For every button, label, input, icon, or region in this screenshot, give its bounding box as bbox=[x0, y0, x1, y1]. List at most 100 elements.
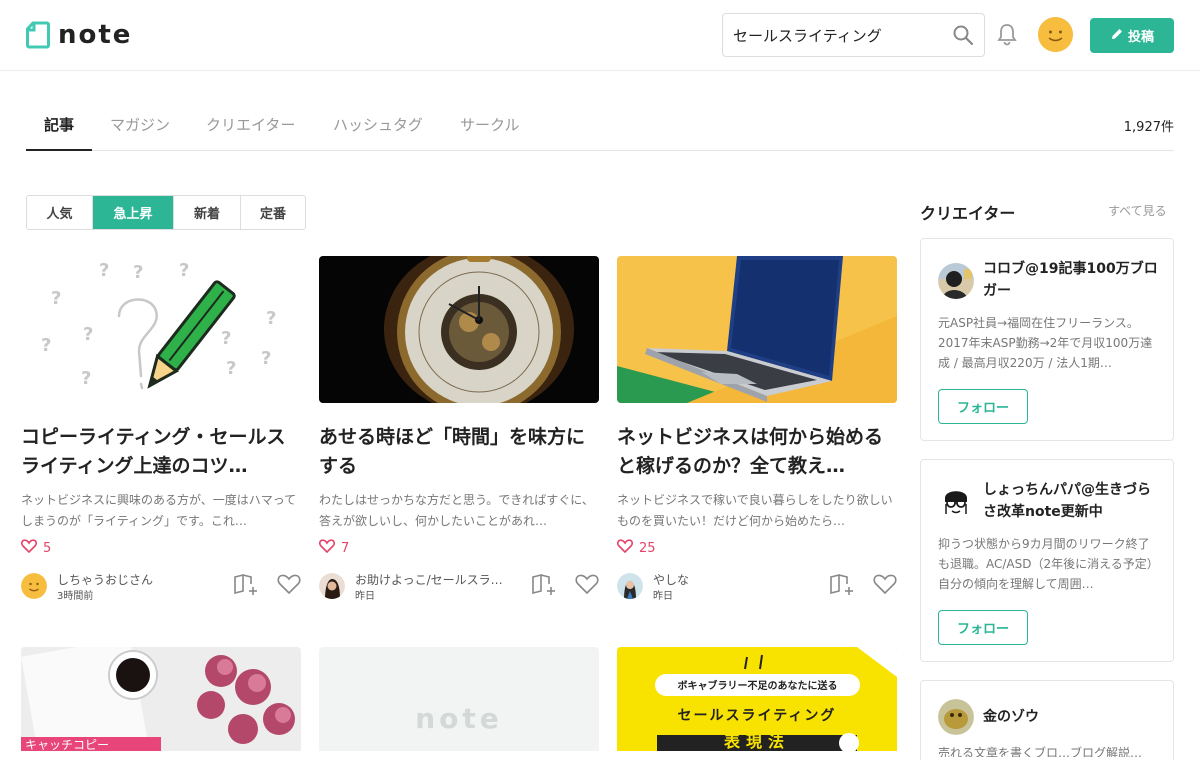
tab-articles[interactable]: 記事 bbox=[26, 114, 92, 151]
follow-button[interactable]: フォロー bbox=[938, 610, 1028, 645]
filter-popular[interactable]: 人気 bbox=[27, 196, 93, 229]
note-logo-icon bbox=[26, 21, 50, 49]
article-title[interactable]: あせる時ほど「時間」を味方にする bbox=[319, 423, 599, 481]
like-count-value: 7 bbox=[341, 540, 350, 556]
author-name[interactable]: やしな bbox=[653, 571, 823, 588]
like-count: 25 bbox=[617, 539, 897, 557]
article-thumbnail[interactable]: ??? ??? ??? ?? bbox=[21, 256, 301, 403]
article-card[interactable]: ボキャブラリー不足のあなたに送る セールスライティング 表現法 bbox=[617, 647, 897, 751]
author-avatar[interactable] bbox=[21, 573, 47, 599]
like-button-icon[interactable] bbox=[575, 573, 599, 599]
thumbnail-big-text: 表現法 bbox=[723, 732, 790, 751]
article-excerpt: わたしはせっかちな方だと思う。できればすぐに、答えが欲しいし、何かしたいことがあ… bbox=[319, 493, 594, 528]
article-card[interactable]: ??? ??? ??? ?? コピーライティング・セールスライティング上達のコツ… bbox=[21, 256, 301, 602]
article-excerpt: ネットビジネスで稼いで良い暮らしをしたり欲しいものを買いたい！だけど何から始めた… bbox=[617, 493, 893, 528]
article-thumbnail[interactable]: ボキャブラリー不足のあなたに送る セールスライティング 表現法 bbox=[617, 647, 897, 751]
tab-creators[interactable]: クリエイター bbox=[206, 114, 295, 151]
tab-magazines[interactable]: マガジン bbox=[110, 114, 170, 151]
author-name[interactable]: しちゃうおじさん bbox=[57, 571, 227, 588]
like-count: 5 bbox=[21, 539, 301, 557]
header: note 投稿 bbox=[0, 0, 1200, 71]
creator-description: 抑うつ状態から9カ月間のリワーク終了も退職。AC/ASD（2年後に消える予定）自… bbox=[938, 537, 1159, 591]
svg-text:?: ? bbox=[266, 308, 276, 329]
author-avatar[interactable] bbox=[617, 573, 643, 599]
filter-trending[interactable]: 急上昇 bbox=[93, 196, 174, 229]
creator-card[interactable]: 金のゾウ 売れる文章を書くブロ…ブログ解説… bbox=[920, 680, 1174, 760]
article-title[interactable]: コピーライティング・セールスライティング上達のコツ… bbox=[21, 423, 301, 481]
post-time: 昨日 bbox=[653, 591, 673, 602]
article-title[interactable]: ネットビジネスは何から始めると稼げるのか？全て教え… bbox=[617, 423, 897, 481]
add-to-magazine-icon[interactable] bbox=[829, 573, 855, 601]
article-card[interactable]: note bbox=[319, 647, 599, 751]
filter-new[interactable]: 新着 bbox=[174, 196, 241, 229]
creator-card[interactable]: コロブ@19記事100万ブロガー 元ASP社員→福岡在住フリーランス。2017年… bbox=[920, 238, 1174, 441]
result-count: 1,927件 bbox=[1123, 120, 1174, 135]
svg-text:?: ? bbox=[221, 328, 231, 349]
see-all-link[interactable]: すべて見る bbox=[1108, 202, 1167, 219]
creator-name[interactable]: コロブ@19記事100万ブロガー bbox=[983, 258, 1163, 302]
creator-name[interactable]: しょっちんパパ@生きづらさ改革note更新中 bbox=[983, 479, 1163, 523]
search-input[interactable] bbox=[723, 26, 943, 44]
creator-name[interactable]: 金のゾウ bbox=[983, 706, 1163, 728]
svg-text:?: ? bbox=[261, 348, 271, 369]
follow-button[interactable]: フォロー bbox=[938, 389, 1028, 424]
creator-avatar[interactable] bbox=[938, 484, 974, 520]
filter-standard[interactable]: 定番 bbox=[241, 196, 305, 229]
add-to-magazine-icon[interactable] bbox=[531, 573, 557, 601]
sort-filters: 人気 急上昇 新着 定番 bbox=[26, 195, 306, 230]
logo-text: note bbox=[58, 20, 133, 50]
author-name[interactable]: お助けよっこ/セールスラ… bbox=[355, 571, 525, 588]
add-to-magazine-icon[interactable] bbox=[233, 573, 259, 601]
article-excerpt: ネットビジネスに興味のある方が、一度はハマってしまうのが「ライティング」です。こ… bbox=[21, 493, 297, 528]
like-count-value: 25 bbox=[639, 540, 656, 556]
like-button-icon[interactable] bbox=[873, 573, 897, 599]
tab-circles[interactable]: サークル bbox=[460, 114, 520, 151]
sidebar-title: クリエイター bbox=[920, 204, 1016, 223]
like-button-icon[interactable] bbox=[277, 573, 301, 599]
svg-text:?: ? bbox=[99, 260, 109, 281]
article-thumbnail[interactable]: キャッチコピー bbox=[21, 647, 301, 751]
creator-card[interactable]: しょっちんパパ@生きづらさ改革note更新中 抑うつ状態から9カ月間のリワーク終… bbox=[920, 459, 1174, 662]
post-button-label: 投稿 bbox=[1127, 30, 1154, 45]
heart-icon bbox=[617, 539, 633, 557]
search-icon[interactable] bbox=[952, 24, 974, 50]
like-count-value: 5 bbox=[43, 540, 52, 556]
notification-bell-icon[interactable] bbox=[996, 22, 1018, 50]
creator-description: 売れる文章を書くブロ…ブログ解説… bbox=[938, 746, 1143, 757]
article-thumbnail[interactable]: note bbox=[319, 647, 599, 751]
svg-text:?: ? bbox=[41, 335, 51, 356]
post-button[interactable]: 投稿 bbox=[1090, 18, 1174, 53]
article-footer: お助けよっこ/セールスラ… 昨日 bbox=[319, 571, 599, 602]
svg-text:?: ? bbox=[133, 262, 143, 283]
search-tabs: 記事 マガジン クリエイター ハッシュタグ サークル 1,927件 bbox=[26, 100, 1174, 151]
user-avatar[interactable] bbox=[1038, 17, 1073, 52]
search-box[interactable] bbox=[722, 13, 985, 57]
svg-text:?: ? bbox=[51, 288, 61, 309]
article-card[interactable]: あせる時ほど「時間」を味方にする わたしはせっかちな方だと思う。できればすぐに、… bbox=[319, 256, 599, 602]
pencil-icon bbox=[1110, 27, 1124, 45]
svg-text:?: ? bbox=[81, 368, 91, 389]
heart-icon bbox=[319, 539, 335, 557]
creator-avatar[interactable] bbox=[938, 699, 974, 735]
article-footer: しちゃうおじさん 3時間前 bbox=[21, 571, 301, 602]
thumbnail-caption: キャッチコピー bbox=[25, 738, 109, 751]
creator-avatar[interactable] bbox=[938, 263, 974, 299]
tab-hashtags[interactable]: ハッシュタグ bbox=[333, 114, 423, 151]
thumbnail-banner: ボキャブラリー不足のあなたに送る bbox=[677, 681, 838, 692]
svg-text:?: ? bbox=[226, 358, 236, 379]
article-footer: やしな 昨日 bbox=[617, 571, 897, 602]
article-thumbnail[interactable] bbox=[617, 256, 897, 403]
thumbnail-title: セールスライティング bbox=[677, 708, 837, 724]
article-card[interactable]: ネットビジネスは何から始めると稼げるのか？全て教え… ネットビジネスで稼いで良い… bbox=[617, 256, 897, 602]
article-card[interactable]: キャッチコピー bbox=[21, 647, 301, 751]
svg-text:?: ? bbox=[179, 260, 189, 281]
placeholder-logo-text: note bbox=[415, 701, 503, 735]
like-count: 7 bbox=[319, 539, 599, 557]
heart-icon bbox=[21, 539, 37, 557]
svg-text:?: ? bbox=[83, 324, 93, 345]
author-avatar[interactable] bbox=[319, 573, 345, 599]
creator-description: 元ASP社員→福岡在住フリーランス。2017年末ASP勤務→2年で月収100万達… bbox=[938, 316, 1153, 370]
article-thumbnail[interactable] bbox=[319, 256, 599, 403]
note-logo[interactable]: note bbox=[26, 20, 132, 50]
post-time: 昨日 bbox=[355, 591, 375, 602]
